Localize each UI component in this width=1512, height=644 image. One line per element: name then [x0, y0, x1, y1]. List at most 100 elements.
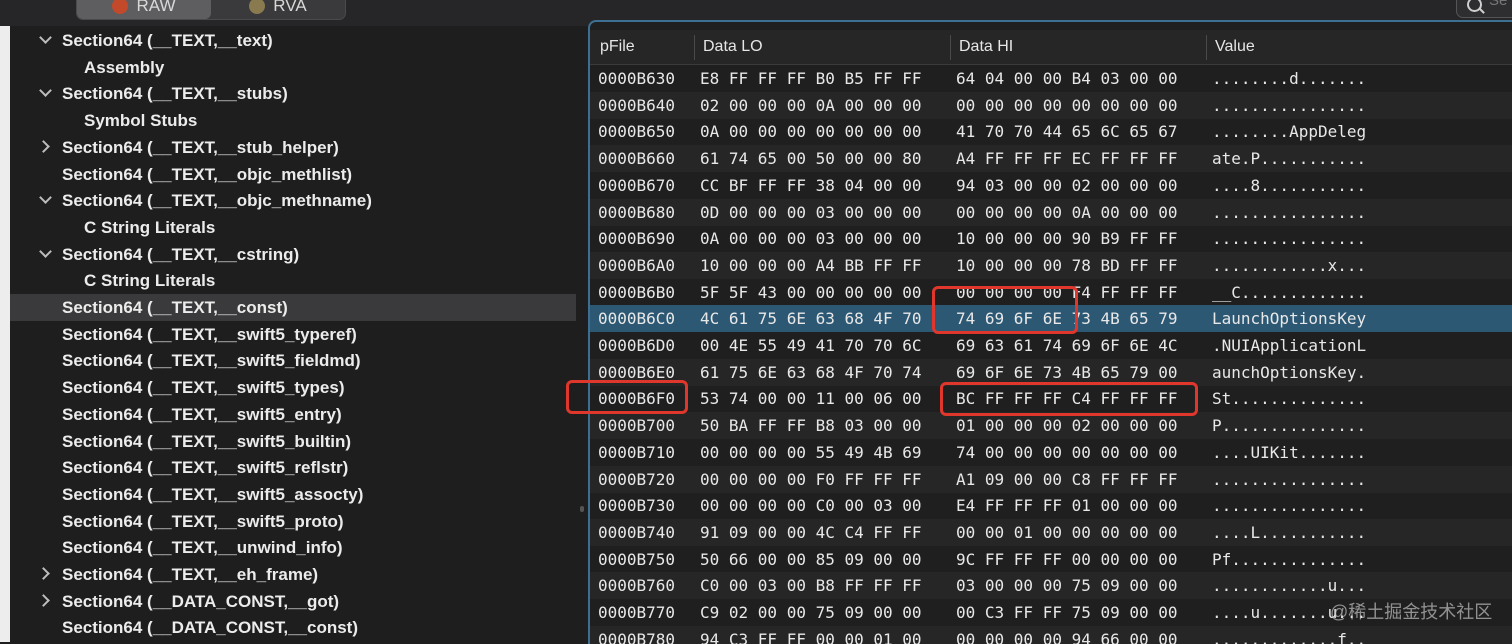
data-lo-cell: 91 09 00 00 4C C4 FF FF	[700, 522, 922, 542]
table-row[interactable]: 0000B640 02 00 00 00 0A 00 00 00 00 00 00 …	[590, 91, 1512, 119]
pfile-cell: 0000B740	[598, 522, 676, 542]
value-cell: ............x...	[1212, 255, 1367, 275]
table-row[interactable]: 0000B750 50 66 00 00 85 09 00 00 9C FF FF …	[590, 546, 1512, 573]
tree-item[interactable]: Section64 (__TEXT,__swift5_entry)	[10, 401, 576, 428]
tree-item[interactable]: Section64 (__TEXT,__const)	[10, 294, 576, 321]
chevron-down-icon[interactable]	[38, 192, 52, 206]
chevron-right-icon[interactable]	[38, 139, 52, 153]
column-header-value[interactable]: Value	[1206, 35, 1255, 60]
tree-item[interactable]: Section64 (__TEXT,__stubs)	[10, 80, 576, 107]
mode-segmented-control[interactable]: RAW RVA	[76, 0, 346, 20]
table-row[interactable]: 0000B650 0A 00 00 00 00 00 00 00 41 70 70 …	[590, 118, 1512, 145]
data-hi-cell: 00 00 01 00 00 00 00 00	[956, 522, 1178, 542]
chevron-down-icon[interactable]	[38, 246, 52, 260]
data-lo-cell: 4C 61 75 6E 63 68 4F 70	[700, 309, 922, 329]
value-cell: ................	[1212, 469, 1367, 489]
table-row[interactable]: 0000B780 94 C3 FF FF 00 00 01 00 00 00 00 …	[590, 625, 1512, 644]
pfile-cell: 0000B690	[598, 229, 676, 249]
tree-item[interactable]: Section64 (__TEXT,__stub_helper)	[10, 134, 576, 161]
value-cell: ............u...	[1212, 576, 1367, 596]
value-cell: __C.............	[1212, 282, 1367, 302]
tree-item[interactable]: Section64 (__TEXT,__objc_methname)	[10, 187, 576, 214]
table-row[interactable]: 0000B760 C0 00 03 00 B8 FF FF FF 03 00 00 …	[590, 572, 1512, 600]
table-row[interactable]: 0000B630 E8 FF FF FF B0 B5 FF FF 64 04 00 …	[590, 65, 1512, 92]
pfile-cell: 0000B670	[598, 175, 676, 195]
table-row[interactable]: 0000B670 CC BF FF FF 38 04 00 00 94 03 00 …	[590, 172, 1512, 199]
tree-item[interactable]: Symbol Stubs	[10, 107, 576, 134]
table-row[interactable]: 0000B720 00 00 00 00 F0 FF FF FF A1 09 00 …	[590, 465, 1512, 493]
data-hi-cell: 69 6F 6E 73 4B 65 79 00	[956, 362, 1178, 382]
splitter-grip[interactable]	[580, 506, 584, 512]
tree-item-label: C String Literals	[84, 271, 216, 291]
tree-item-label: Section64 (__TEXT,__swift5_reflstr)	[62, 458, 349, 478]
table-row[interactable]: 0000B710 00 00 00 00 55 49 4B 69 74 00 00 …	[590, 439, 1512, 466]
column-header-data-hi[interactable]: Data HI	[950, 35, 1013, 60]
data-hi-cell: 69 63 61 74 69 6F 6E 4C	[956, 336, 1178, 355]
tree-item[interactable]: C String Literals	[10, 267, 576, 294]
tree-item-label: C String Literals	[84, 217, 216, 237]
tree-item-label: Section64 (__TEXT,__stub_helper)	[62, 137, 339, 157]
raw-mode-label: RAW	[136, 0, 176, 15]
tree-item[interactable]: C String Literals	[10, 214, 576, 241]
table-row[interactable]: 0000B690 0A 00 00 00 03 00 00 00 10 00 00 …	[590, 225, 1512, 252]
tree-item-label: Assembly	[84, 57, 165, 77]
table-row[interactable]: 0000B700 50 BA FF FF B8 03 00 00 01 00 00 …	[590, 412, 1512, 440]
data-lo-cell: 0D 00 00 00 03 00 00 00	[700, 202, 922, 222]
chevron-right-icon[interactable]	[38, 566, 52, 580]
tree-item[interactable]: Section64 (__DATA_CONST,__got)	[10, 588, 576, 615]
data-hi-cell: 41 70 70 44 65 6C 65 67	[956, 122, 1178, 142]
pane-splitter[interactable]	[576, 26, 588, 642]
table-row[interactable]: 0000B660 61 74 65 00 50 00 00 80 A4 FF FF …	[590, 145, 1512, 173]
pfile-cell: 0000B6C0	[598, 309, 676, 329]
tree-item[interactable]: Assembly	[10, 54, 576, 81]
chevron-down-icon[interactable]	[38, 32, 52, 46]
tree-item[interactable]: Section64 (__TEXT,__eh_frame)	[10, 561, 576, 588]
tree-item-label: Section64 (__TEXT,__swift5_entry)	[62, 404, 342, 424]
tree-item[interactable]: Section64 (__TEXT,__text)	[10, 27, 576, 54]
data-hi-cell: 9C FF FF FF 00 00 00 00	[956, 549, 1178, 569]
tree-item-label: Section64 (__TEXT,__unwind_info)	[62, 538, 343, 558]
pfile-cell: 0000B700	[598, 416, 676, 436]
tree-item-label: Section64 (__TEXT,__eh_frame)	[62, 565, 319, 584]
data-lo-cell: C9 02 00 00 75 09 00 00	[700, 603, 922, 622]
pfile-cell: 0000B760	[598, 576, 676, 596]
data-lo-cell: 00 00 00 00 F0 FF FF FF	[700, 469, 922, 489]
tree-item[interactable]: Section64 (__TEXT,__swift5_types)	[10, 374, 576, 401]
tree-item-label: Section64 (__TEXT,__objc_methlist)	[62, 164, 353, 184]
tree-item[interactable]: Section64 (__TEXT,__swift5_builtin)	[10, 428, 576, 455]
data-hi-cell: 00 00 00 00 00 00 00 00	[956, 95, 1178, 115]
table-row[interactable]: 0000B730 00 00 00 00 C0 00 03 00 E4 FF FF …	[590, 492, 1512, 519]
pfile-cell: 0000B720	[598, 469, 676, 489]
tree-item-label: Section64 (__TEXT,__swift5_proto)	[62, 511, 344, 531]
chevron-down-icon[interactable]	[38, 85, 52, 99]
search-field[interactable]: Se	[1456, 0, 1512, 18]
column-header-pfile[interactable]: pFile	[600, 38, 635, 56]
pfile-cell: 0000B640	[598, 95, 676, 115]
tree-item[interactable]: Section64 (__TEXT,__cstring)	[10, 241, 576, 268]
table-row[interactable]: 0000B680 0D 00 00 00 03 00 00 00 00 00 00 …	[590, 198, 1512, 226]
value-cell: ate.P...........	[1212, 149, 1367, 169]
tree-item[interactable]: Section64 (__TEXT,__swift5_fieldmd)	[10, 347, 576, 374]
value-cell: LaunchOptionsKey	[1212, 309, 1367, 329]
data-hi-cell: 10 00 00 00 78 BD FF FF	[956, 255, 1178, 275]
pfile-cell: 0000B770	[598, 603, 676, 622]
table-row[interactable]: 0000B740 91 09 00 00 4C C4 FF FF 00 00 01 …	[590, 518, 1512, 546]
tree-item[interactable]: Section64 (__TEXT,__swift5_assocty)	[10, 481, 576, 508]
table-row[interactable]: 0000B6D0 00 4E 55 49 41 70 70 6C 69 63 61 …	[590, 332, 1512, 359]
data-lo-cell: 53 74 00 00 11 00 06 00	[700, 389, 922, 409]
chevron-right-icon[interactable]	[38, 593, 52, 607]
pfile-cell: 0000B660	[598, 149, 676, 169]
raw-mode-button[interactable]: RAW	[77, 0, 211, 19]
tree-item[interactable]: Section64 (__TEXT,__objc_methlist)	[10, 161, 576, 188]
data-hi-cell: A1 09 00 00 C8 FF FF FF	[956, 469, 1178, 489]
tree-item[interactable]: Section64 (__TEXT,__swift5_typeref)	[10, 321, 576, 348]
column-header-data-lo[interactable]: Data LO	[694, 35, 763, 60]
table-row[interactable]: 0000B6A0 10 00 00 00 A4 BB FF FF 10 00 00 …	[590, 251, 1512, 279]
rva-mode-button[interactable]: RVA	[211, 0, 345, 19]
data-hi-cell: 01 00 00 00 02 00 00 00	[956, 416, 1178, 436]
tree-item[interactable]: Section64 (__DATA_CONST,__const)	[10, 614, 576, 641]
tree-item[interactable]: Section64 (__TEXT,__unwind_info)	[10, 534, 576, 561]
value-cell: ................	[1212, 496, 1367, 516]
tree-item[interactable]: Section64 (__TEXT,__swift5_reflstr)	[10, 454, 576, 481]
tree-item[interactable]: Section64 (__TEXT,__swift5_proto)	[10, 508, 576, 535]
